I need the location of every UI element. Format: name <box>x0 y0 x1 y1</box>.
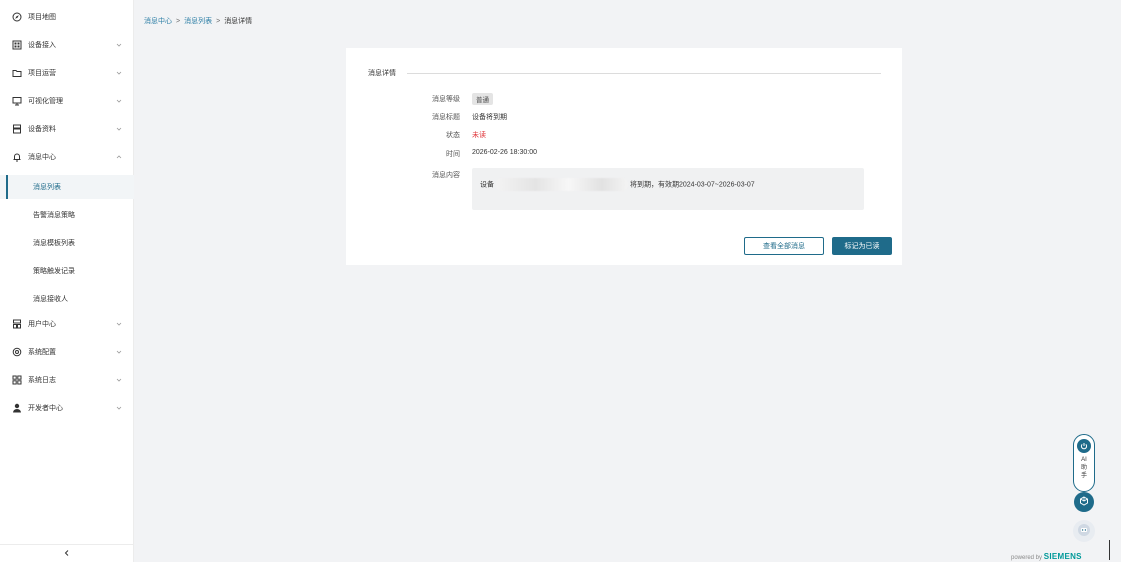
message-content-text: 设备 将到期，有效期2024-03-07~2026-03-07 <box>480 178 755 191</box>
redacted-device-name <box>496 178 628 191</box>
sidebar-item-label: 项目运营 <box>28 70 56 77</box>
power-icon <box>1077 439 1091 453</box>
breadcrumb-item-current: 消息详情 <box>224 18 253 25</box>
view-all-messages-button[interactable]: 查看全部消息 <box>744 237 824 255</box>
section-title: 消息详情 <box>368 70 396 77</box>
apps-icon <box>12 375 22 385</box>
message-content-box: 设备 将到期，有效期2024-03-07~2026-03-07 <box>472 168 864 210</box>
title-label: 消息标题 <box>432 114 460 121</box>
chevron-down-icon <box>115 376 123 384</box>
chevron-down-icon <box>115 348 123 356</box>
sidebar-item-project-map[interactable]: 项目地图 <box>0 6 134 28</box>
sidebar-subitem-label: 策略触发记录 <box>33 268 75 275</box>
siemens-logo: SIEMENS <box>1043 552 1082 561</box>
sidebar-subitem-label: 消息模板列表 <box>33 240 75 247</box>
bell-icon <box>12 152 22 162</box>
sidebar-subitem-alert-policy[interactable]: 告警消息策略 <box>0 203 134 227</box>
sidebar-item-label: 设备资料 <box>28 126 56 133</box>
bot-icon <box>1079 496 1089 508</box>
avatar-widget-button[interactable] <box>1073 520 1095 542</box>
sidebar-item-label: 消息中心 <box>28 154 56 161</box>
chevron-down-icon <box>115 41 123 49</box>
mark-as-read-button[interactable]: 标记为已读 <box>832 237 892 255</box>
breadcrumb-separator: > <box>216 17 221 25</box>
sidebar-item-system-log[interactable]: 系统日志 <box>0 369 134 391</box>
sidebar-item-label: 系统日志 <box>28 377 56 384</box>
chevron-left-icon <box>63 549 71 559</box>
sidebar-item-visual-mgmt[interactable]: 可视化管理 <box>0 90 134 112</box>
chevron-down-icon <box>115 97 123 105</box>
settings-icon <box>12 347 22 357</box>
level-label: 消息等级 <box>432 96 460 103</box>
main-content: 消息中心 > 消息列表 > 消息详情 消息详情 消息等级 普通 消息标题 设备将… <box>134 0 1121 562</box>
breadcrumb-item-message-center[interactable]: 消息中心 <box>144 16 172 26</box>
sidebar-item-label: 开发者中心 <box>28 405 63 412</box>
title-value: 设备将到期 <box>472 114 507 121</box>
sidebar-subitem-label: 消息列表 <box>33 184 61 191</box>
level-value: 普通 <box>472 93 493 105</box>
chevron-up-icon <box>115 153 123 161</box>
breadcrumb: 消息中心 > 消息列表 > 消息详情 <box>144 16 252 26</box>
sidebar-subitem-message-list[interactable]: 消息列表 <box>0 175 134 199</box>
sidebar-item-label: 用户中心 <box>28 321 56 328</box>
powered-by-text: powered by <box>1011 555 1043 561</box>
sidebar-item-device-docs[interactable]: 设备资料 <box>0 118 134 140</box>
sidebar-item-message-center[interactable]: 消息中心 <box>0 146 134 168</box>
chevron-down-icon <box>115 125 123 133</box>
sidebar-subitem-recipients[interactable]: 消息接收人 <box>0 287 134 311</box>
sidebar-item-label: 项目地图 <box>28 14 56 21</box>
sidebar-subitem-trigger-records[interactable]: 策略触发记录 <box>0 259 134 283</box>
device-grid-icon <box>12 40 22 50</box>
sidebar-item-label: 设备接入 <box>28 42 56 49</box>
sidebar-item-developer-center[interactable]: 开发者中心 <box>0 397 134 419</box>
time-label: 时间 <box>446 151 460 158</box>
breadcrumb-item-message-list[interactable]: 消息列表 <box>184 16 212 26</box>
sidebar-collapse-button[interactable] <box>0 544 134 562</box>
ai-assistant-button[interactable]: AI助手 <box>1073 434 1095 492</box>
breadcrumb-separator: > <box>176 17 181 25</box>
sidebar-subitem-label: 消息接收人 <box>33 296 68 303</box>
sidebar-item-system-config[interactable]: 系统配置 <box>0 341 134 363</box>
cursor-line <box>1109 540 1110 560</box>
content-label: 消息内容 <box>432 172 460 179</box>
users-icon <box>12 319 22 329</box>
chevron-down-icon <box>115 404 123 412</box>
status-label: 状态 <box>446 132 460 139</box>
chevron-down-icon <box>115 320 123 328</box>
folder-icon <box>12 68 22 78</box>
bot-button[interactable] <box>1074 492 1094 512</box>
powered-by-footer: powered by SIEMENS <box>1011 552 1082 561</box>
document-stack-icon <box>12 124 22 134</box>
monitor-icon <box>12 96 22 106</box>
sidebar: 项目地图 设备接入 项目运营 可视化管理 设备资料 消息中心 消息列表 告警消息… <box>0 0 134 562</box>
chevron-down-icon <box>115 69 123 77</box>
sidebar-item-label: 可视化管理 <box>28 98 63 105</box>
content-suffix: 将到期，有效期2024-03-07~2026-03-07 <box>630 181 755 189</box>
person-icon <box>12 403 22 413</box>
sidebar-subitem-template-list[interactable]: 消息模板列表 <box>0 231 134 255</box>
sidebar-item-project-ops[interactable]: 项目运营 <box>0 62 134 84</box>
time-value: 2026-02-26 18:30:00 <box>472 149 537 156</box>
status-value: 未读 <box>472 132 486 139</box>
sidebar-item-label: 系统配置 <box>28 349 56 356</box>
ai-assistant-label: AI助手 <box>1080 457 1087 479</box>
robot-avatar-icon <box>1077 523 1091 539</box>
content-prefix: 设备 <box>480 181 494 189</box>
sidebar-item-user-center[interactable]: 用户中心 <box>0 313 134 335</box>
sidebar-subitem-label: 告警消息策略 <box>33 212 75 219</box>
level-badge: 普通 <box>472 93 493 105</box>
compass-icon <box>12 12 22 22</box>
message-detail-card: 消息详情 消息等级 普通 消息标题 设备将到期 状态 未读 时间 2026-02… <box>346 48 902 265</box>
divider <box>407 73 881 74</box>
sidebar-item-device-access[interactable]: 设备接入 <box>0 34 134 56</box>
